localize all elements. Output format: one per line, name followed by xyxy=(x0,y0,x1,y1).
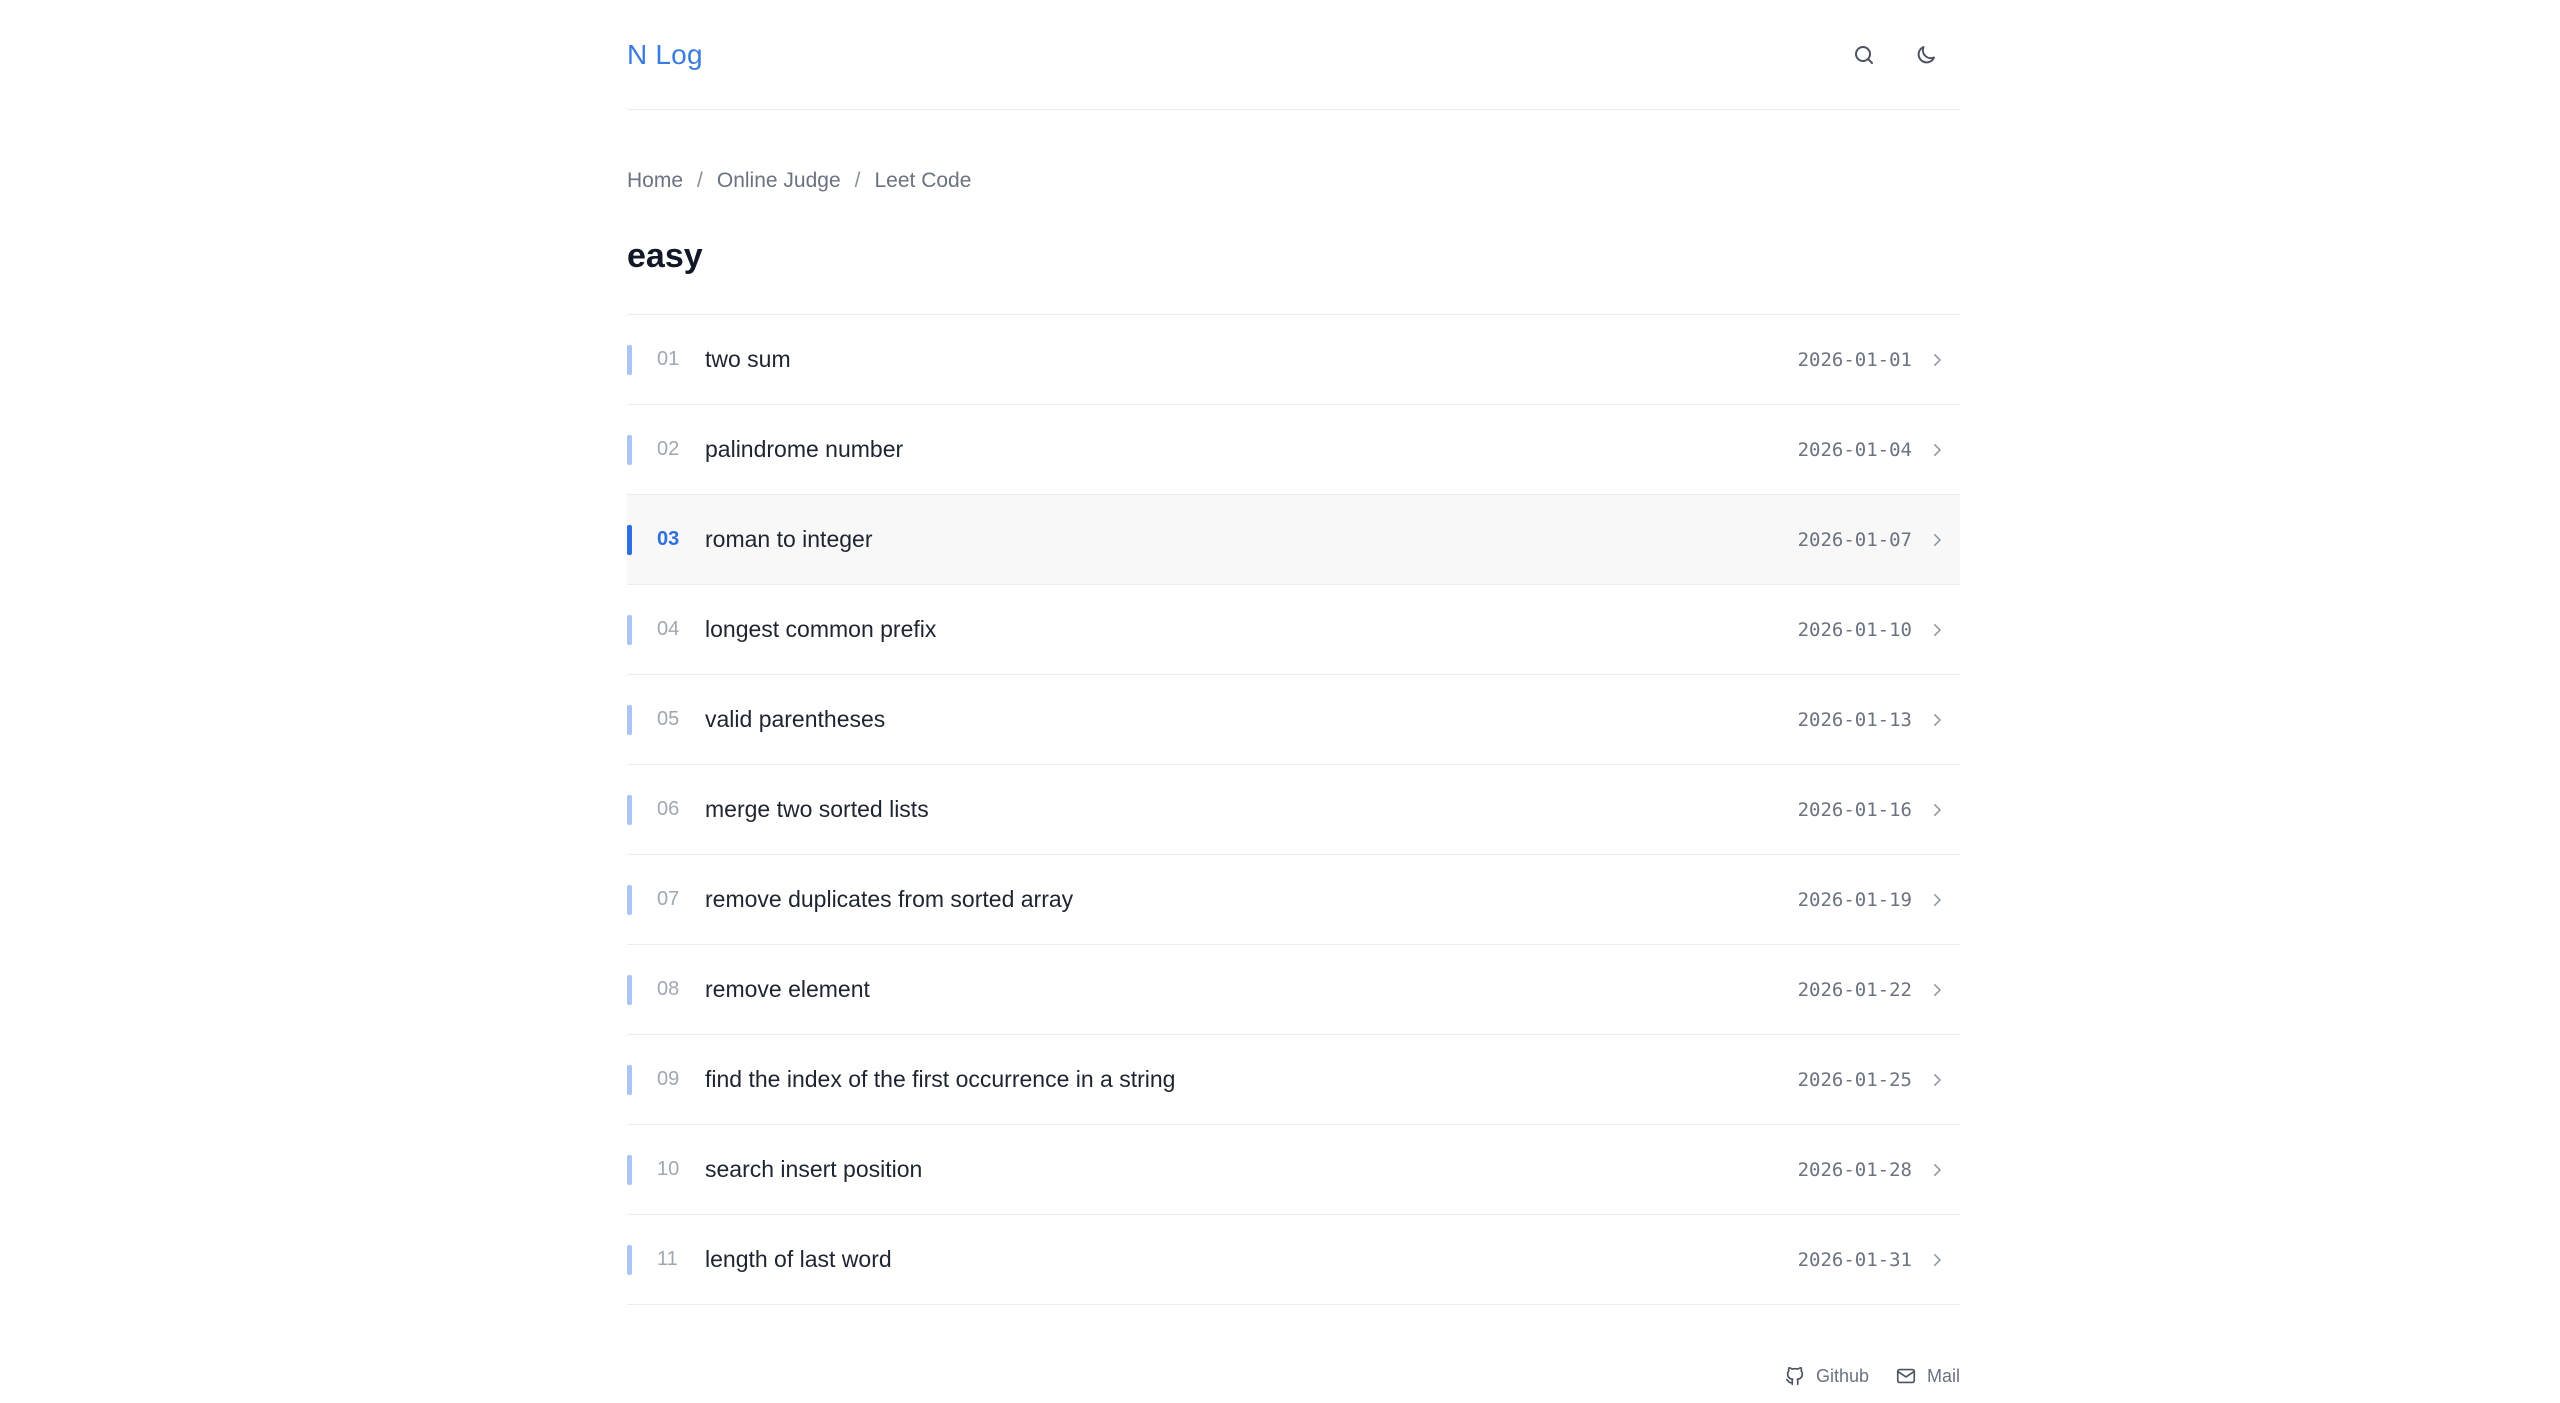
post-row[interactable]: 11 length of last word 2026-01-31 xyxy=(627,1215,1960,1305)
post-title[interactable]: palindrome number xyxy=(705,436,1798,463)
post-date: 2026-01-13 xyxy=(1797,708,1912,731)
post-date: 2026-01-31 xyxy=(1797,1248,1912,1271)
chevron-right-icon xyxy=(1934,893,1941,906)
post-title[interactable]: find the index of the first occurrence i… xyxy=(705,1066,1798,1093)
post-title[interactable]: roman to integer xyxy=(705,526,1798,553)
post-title[interactable]: remove element xyxy=(705,976,1798,1003)
post-number: 08 xyxy=(657,978,680,1000)
chevron-right-icon xyxy=(1934,353,1941,366)
post-date: 2026-01-04 xyxy=(1797,438,1912,461)
post-row[interactable]: 08 remove element 2026-01-22 xyxy=(627,945,1960,1035)
post-number: 07 xyxy=(657,888,680,910)
post-number: 09 xyxy=(657,1068,680,1090)
post-date: 2026-01-19 xyxy=(1797,888,1912,911)
chevron-right-icon xyxy=(1934,533,1941,546)
chevron-right-icon xyxy=(1934,983,1941,996)
post-title[interactable]: longest common prefix xyxy=(705,616,1798,643)
post-number: 11 xyxy=(657,1248,678,1270)
post-number: 03 xyxy=(657,528,680,550)
post-row[interactable]: 01 two sum 2026-01-01 xyxy=(627,315,1960,405)
post-title[interactable]: two sum xyxy=(705,346,1798,373)
post-row[interactable]: 05 valid parentheses 2026-01-13 xyxy=(627,675,1960,765)
chevron-right-icon xyxy=(1934,623,1941,636)
post-list: 01 two sum 2026-01-01 02 palindrome number 20… xyxy=(627,314,1960,1305)
chevron-right-icon xyxy=(1934,803,1941,816)
page-title: easy xyxy=(627,237,703,275)
theme-toggle-button[interactable] xyxy=(1910,39,1942,71)
breadcrumb: Home / Online Judge / Leet Code xyxy=(627,166,1960,196)
post-number: 01 xyxy=(657,348,680,370)
row-accent-bar xyxy=(627,1244,632,1275)
post-row[interactable]: 09 find the index of the first occurrence… xyxy=(627,1035,1960,1125)
post-date: 2026-01-25 xyxy=(1797,1068,1912,1091)
page-container: N Log Home / Online Judge / Leet Code ea… xyxy=(627,0,1960,1387)
breadcrumb-separator: / xyxy=(697,169,703,192)
post-title[interactable]: valid parentheses xyxy=(705,706,1798,733)
post-number: 10 xyxy=(657,1158,680,1180)
site-footer: Github Mail xyxy=(627,1365,1960,1387)
breadcrumb-online-judge[interactable]: Online Judge xyxy=(717,169,841,193)
row-accent-bar xyxy=(627,794,632,825)
post-row[interactable]: 02 palindrome number 2026-01-04 xyxy=(627,405,1960,495)
post-title[interactable]: merge two sorted lists xyxy=(705,796,1798,823)
post-row[interactable]: 06 merge two sorted lists 2026-01-16 xyxy=(627,765,1960,855)
post-date: 2026-01-07 xyxy=(1797,528,1912,551)
post-date: 2026-01-01 xyxy=(1797,348,1912,371)
post-date: 2026-01-16 xyxy=(1797,798,1912,821)
github-icon xyxy=(1785,1366,1804,1386)
post-row[interactable]: 03 roman to integer 2026-01-07 xyxy=(627,495,1960,585)
mail-link[interactable]: Mail xyxy=(1895,1365,1960,1387)
row-accent-bar xyxy=(627,974,632,1005)
post-date: 2026-01-10 xyxy=(1797,618,1912,641)
post-number: 06 xyxy=(657,798,680,820)
github-label: Github xyxy=(1815,1365,1869,1386)
post-row[interactable]: 10 search insert position 2026-01-28 xyxy=(627,1125,1960,1215)
post-title[interactable]: remove duplicates from sorted array xyxy=(705,886,1798,913)
post-date: 2026-01-22 xyxy=(1797,978,1912,1001)
header-actions xyxy=(1848,39,1942,71)
post-title[interactable]: length of last word xyxy=(705,1246,1798,1273)
mail-icon xyxy=(1896,1368,1916,1384)
breadcrumb-leet-code[interactable]: Leet Code xyxy=(874,169,971,193)
chevron-right-icon xyxy=(1934,1253,1941,1266)
post-date: 2026-01-28 xyxy=(1797,1158,1912,1181)
row-accent-bar xyxy=(627,1064,632,1095)
site-logo[interactable]: N Log xyxy=(627,39,703,71)
row-accent-bar xyxy=(627,704,632,735)
row-accent-bar xyxy=(627,614,632,645)
post-row[interactable]: 07 remove duplicates from sorted array 202… xyxy=(627,855,1960,945)
github-link[interactable]: Github xyxy=(1784,1365,1869,1387)
chevron-right-icon xyxy=(1934,443,1941,456)
breadcrumb-home[interactable]: Home xyxy=(627,169,683,193)
chevron-right-icon xyxy=(1934,1073,1941,1086)
row-accent-bar xyxy=(627,344,632,375)
row-accent-bar xyxy=(627,524,632,555)
post-number: 05 xyxy=(657,708,680,730)
mail-label: Mail xyxy=(1926,1365,1960,1386)
breadcrumb-separator: / xyxy=(854,169,861,192)
chevron-right-icon xyxy=(1934,1163,1941,1176)
post-title[interactable]: search insert position xyxy=(705,1156,1798,1183)
row-accent-bar xyxy=(627,1154,632,1185)
search-button[interactable] xyxy=(1848,39,1880,71)
moon-icon xyxy=(1917,45,1935,63)
search-icon xyxy=(1855,45,1873,64)
post-row[interactable]: 04 longest common prefix 2026-01-10 xyxy=(627,585,1960,675)
row-accent-bar xyxy=(627,434,632,465)
post-number: 04 xyxy=(657,618,680,640)
site-header: N Log xyxy=(627,0,1960,110)
chevron-right-icon xyxy=(1934,713,1941,726)
row-accent-bar xyxy=(627,884,632,915)
post-number: 02 xyxy=(657,438,680,460)
